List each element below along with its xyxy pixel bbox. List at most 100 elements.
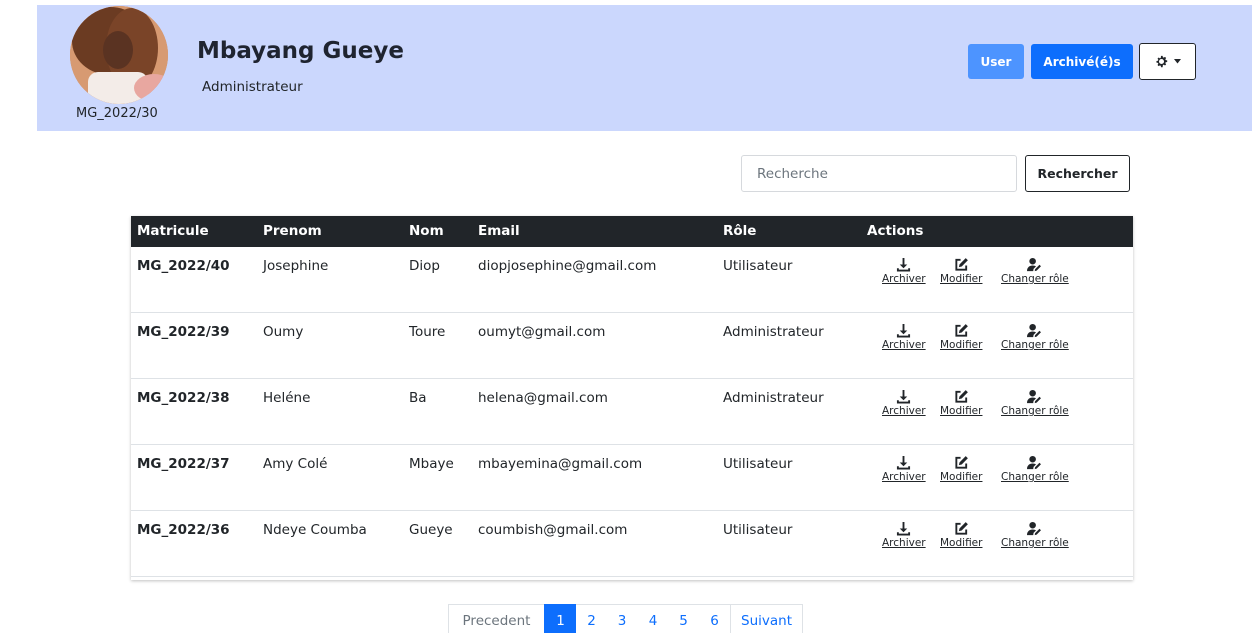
archive-icon — [897, 389, 911, 404]
archive-icon — [897, 521, 911, 536]
column-header-prenom: Prenom — [263, 223, 322, 239]
user-edit-icon — [1027, 521, 1042, 536]
cell-nom: Mbaye — [409, 456, 454, 472]
pagination: Precedent 1 2 3 4 5 6 Suivant — [448, 604, 803, 633]
change-role-action[interactable]: Changer rôle — [1001, 389, 1069, 417]
archive-icon — [897, 455, 911, 470]
archive-action-label: Archiver — [882, 537, 926, 549]
user-edit-icon — [1027, 257, 1042, 272]
pagination-previous[interactable]: Precedent — [448, 604, 545, 633]
change-role-action-label: Changer rôle — [1001, 273, 1069, 285]
archive-action[interactable]: Archiver — [882, 521, 926, 549]
archive-action-label: Archiver — [882, 339, 926, 351]
column-header-matricule: Matricule — [137, 223, 209, 239]
edit-icon — [955, 258, 968, 271]
gear-icon — [1155, 55, 1167, 68]
cell-prenom: Amy Colé — [263, 456, 328, 472]
cell-nom: Ba — [409, 390, 427, 406]
change-role-action-label: Changer rôle — [1001, 339, 1069, 351]
cell-prenom: Oumy — [263, 324, 304, 340]
avatar-matricule: MG_2022/30 — [76, 106, 158, 121]
column-header-nom: Nom — [409, 223, 444, 239]
change-role-action[interactable]: Changer rôle — [1001, 521, 1069, 549]
cell-role: Utilisateur — [723, 258, 793, 274]
table-row: MG_2022/40 Josephine Diop diopjosephine@gma… — [131, 247, 1133, 313]
archived-button[interactable]: Archivé(é)s — [1031, 44, 1133, 79]
archive-action[interactable]: Archiver — [882, 257, 926, 285]
cell-prenom: Ndeye Coumba — [263, 522, 367, 538]
archive-action[interactable]: Archiver — [882, 455, 926, 483]
cell-role: Utilisateur — [723, 522, 793, 538]
change-role-action[interactable]: Changer rôle — [1001, 257, 1069, 285]
change-role-action-label: Changer rôle — [1001, 537, 1069, 549]
archive-icon — [897, 323, 911, 338]
user-button[interactable]: User — [968, 44, 1024, 79]
table-row: MG_2022/39 Oumy Toure oumyt@gmail.com Admini… — [131, 313, 1133, 379]
cell-nom: Toure — [409, 324, 446, 340]
user-edit-icon — [1027, 455, 1042, 470]
archive-action[interactable]: Archiver — [882, 389, 926, 417]
archive-action[interactable]: Archiver — [882, 323, 926, 351]
avatar — [70, 6, 168, 104]
pagination-page-3[interactable]: 3 — [606, 604, 638, 633]
table-row: MG_2022/37 Amy Colé Mbaye mbayemina@gmail.c… — [131, 445, 1133, 511]
edit-action[interactable]: Modifier — [940, 389, 982, 417]
edit-icon — [955, 522, 968, 535]
edit-action-label: Modifier — [940, 405, 983, 417]
edit-icon — [955, 456, 968, 469]
change-role-action[interactable]: Changer rôle — [1001, 323, 1069, 351]
archive-action-label: Archiver — [882, 405, 926, 417]
change-role-action[interactable]: Changer rôle — [1001, 455, 1069, 483]
cell-prenom: Heléne — [263, 390, 311, 406]
user-edit-icon — [1027, 389, 1042, 404]
user-edit-icon — [1027, 323, 1042, 338]
edit-action-label: Modifier — [940, 471, 983, 483]
pagination-page-5[interactable]: 5 — [668, 604, 699, 633]
change-role-action-label: Changer rôle — [1001, 405, 1069, 417]
table-row: MG_2022/36 Ndeye Coumba Gueye coumbish@gmai… — [131, 511, 1133, 577]
search-input[interactable] — [741, 155, 1017, 192]
change-role-action-label: Changer rôle — [1001, 471, 1069, 483]
edit-action-label: Modifier — [940, 339, 983, 351]
users-table: Matricule Prenom Nom Email Rôle Actions … — [131, 216, 1133, 580]
edit-action-label: Modifier — [940, 537, 983, 549]
cell-matricule: MG_2022/36 — [137, 522, 230, 538]
archive-action-label: Archiver — [882, 471, 926, 483]
cell-role: Utilisateur — [723, 456, 793, 472]
pagination-page-1[interactable]: 1 — [544, 604, 577, 633]
cell-nom: Gueye — [409, 522, 453, 538]
column-header-actions: Actions — [867, 223, 924, 239]
edit-action[interactable]: Modifier — [940, 455, 982, 483]
pagination-page-4[interactable]: 4 — [637, 604, 669, 633]
archive-icon — [897, 257, 911, 272]
edit-icon — [955, 390, 968, 403]
edit-icon — [955, 324, 968, 337]
pagination-page-2[interactable]: 2 — [576, 604, 607, 633]
cell-email: diopjosephine@gmail.com — [478, 258, 657, 274]
cell-matricule: MG_2022/39 — [137, 324, 230, 340]
cell-nom: Diop — [409, 258, 440, 274]
cell-email: oumyt@gmail.com — [478, 324, 606, 340]
edit-action[interactable]: Modifier — [940, 323, 982, 351]
column-header-email: Email — [478, 223, 520, 239]
settings-dropdown-button[interactable] — [1139, 43, 1196, 80]
cell-email: mbayemina@gmail.com — [478, 456, 643, 472]
cell-role: Administrateur — [723, 324, 824, 340]
pagination-page-6[interactable]: 6 — [698, 604, 731, 633]
caret-down-icon — [1173, 59, 1181, 64]
edit-action-label: Modifier — [940, 273, 983, 285]
archive-action-label: Archiver — [882, 273, 926, 285]
table-row: MG_2022/38 Heléne Ba helena@gmail.com Admini… — [131, 379, 1133, 445]
edit-action[interactable]: Modifier — [940, 521, 982, 549]
search-button[interactable]: Rechercher — [1025, 155, 1130, 192]
column-header-role: Rôle — [723, 223, 757, 239]
user-role: Administrateur — [202, 79, 303, 95]
cell-email: helena@gmail.com — [478, 390, 608, 406]
edit-action[interactable]: Modifier — [940, 257, 982, 285]
table-header: Matricule Prenom Nom Email Rôle Actions — [131, 216, 1133, 247]
cell-role: Administrateur — [723, 390, 824, 406]
cell-email: coumbish@gmail.com — [478, 522, 628, 538]
cell-matricule: MG_2022/38 — [137, 390, 230, 406]
pagination-next[interactable]: Suivant — [730, 604, 803, 633]
user-name: Mbayang Gueye — [197, 38, 404, 64]
